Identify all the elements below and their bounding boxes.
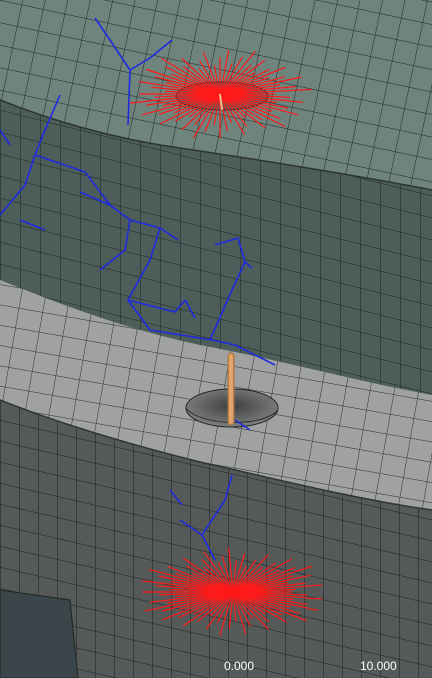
fea-mesh-viewport[interactable]: 0.000 10.000 [0,0,432,678]
scale-label-start: 0.000 [224,659,255,673]
mesh-scene[interactable] [0,0,432,678]
scale-label-end: 10.000 [360,659,397,673]
inner-cavity [0,589,79,678]
